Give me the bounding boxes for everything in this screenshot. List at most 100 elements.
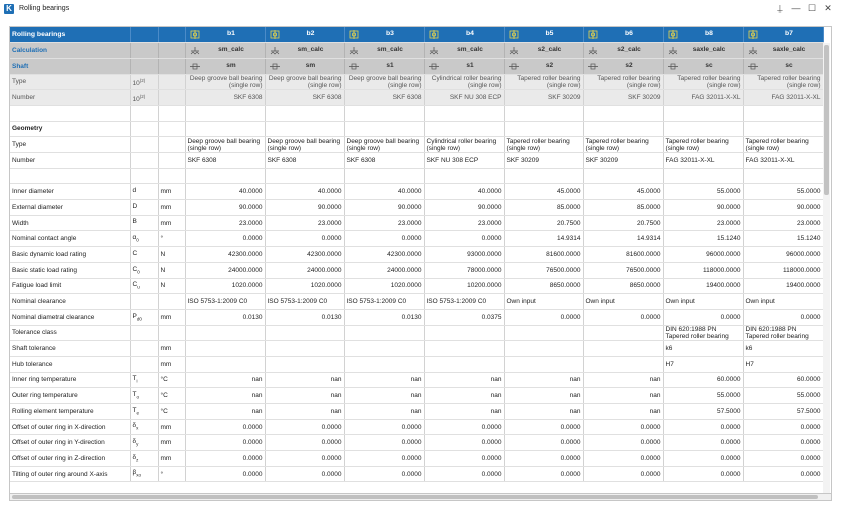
summary-value[interactable]: SKF 6308 xyxy=(185,89,266,106)
property-value[interactable]: nan xyxy=(583,403,664,420)
summary-value[interactable]: Deep groove ball bearing (single row) xyxy=(265,74,345,91)
property-value[interactable]: 0.0000 xyxy=(583,466,664,483)
pin-icon[interactable]: ⍊ xyxy=(772,2,788,14)
property-value[interactable]: 118000.0000 xyxy=(663,262,744,279)
property-value[interactable]: 0.0000 xyxy=(663,450,744,467)
property-value[interactable]: nan xyxy=(504,403,584,420)
property-value[interactable]: 40.0000 xyxy=(424,183,505,201)
property-value[interactable] xyxy=(583,356,664,373)
property-value[interactable]: 0.0375 xyxy=(424,309,505,326)
summary-value[interactable]: Tapered roller bearing (single row) xyxy=(504,74,584,91)
summary-value[interactable]: SKF 6308 xyxy=(344,89,425,106)
property-value[interactable]: 0.0000 xyxy=(265,450,345,467)
property-value[interactable]: 57.5000 xyxy=(663,403,744,420)
vertical-scrollbar[interactable] xyxy=(823,43,830,493)
property-value[interactable]: 0.0000 xyxy=(583,419,664,436)
property-value[interactable]: 0.0000 xyxy=(583,309,664,326)
property-value[interactable]: 23.0000 xyxy=(185,215,266,232)
property-value[interactable]: Own input xyxy=(743,293,824,310)
property-value[interactable]: 0.0000 xyxy=(344,230,425,248)
property-value[interactable]: 23.0000 xyxy=(743,215,824,232)
geometry-value[interactable]: Deep groove ball bearing (single row) xyxy=(265,136,345,153)
geometry-value[interactable]: SKF 6308 xyxy=(344,152,425,169)
property-value[interactable]: 45.0000 xyxy=(583,183,664,201)
property-value[interactable]: 55.0000 xyxy=(663,387,744,404)
property-value[interactable]: 1020.0000 xyxy=(265,278,345,295)
property-value[interactable]: Own input xyxy=(504,293,584,310)
property-value[interactable]: ISO 5753-1:2009 C0 xyxy=(344,293,425,310)
horizontal-scroll-thumb[interactable] xyxy=(12,495,818,499)
property-value[interactable]: 42300.0000 xyxy=(265,246,345,263)
property-value[interactable]: 0.0000 xyxy=(424,434,505,452)
property-value[interactable]: 90.0000 xyxy=(663,199,744,216)
property-value[interactable]: k6 xyxy=(663,340,744,357)
geometry-value[interactable]: SKF 30209 xyxy=(583,152,664,169)
property-value[interactable]: 45.0000 xyxy=(504,183,584,201)
property-value[interactable]: 0.0130 xyxy=(265,309,345,326)
property-value[interactable]: nan xyxy=(424,387,505,404)
property-value[interactable]: 0.0000 xyxy=(185,434,266,452)
property-value[interactable]: 0.0000 xyxy=(743,309,824,326)
property-value[interactable]: 118000.0000 xyxy=(743,262,824,279)
geometry-value[interactable]: SKF 6308 xyxy=(265,152,345,169)
property-value[interactable] xyxy=(344,356,425,373)
property-value[interactable]: 0.0000 xyxy=(743,466,824,483)
property-value[interactable]: 90.0000 xyxy=(743,199,824,216)
property-value[interactable]: nan xyxy=(344,372,425,389)
property-value[interactable]: 85.0000 xyxy=(504,199,584,216)
geometry-value[interactable]: FAG 32011-X-XL xyxy=(743,152,824,169)
property-value[interactable]: nan xyxy=(185,403,266,420)
property-value[interactable]: 0.0000 xyxy=(583,450,664,467)
property-value[interactable]: 19400.0000 xyxy=(663,278,744,295)
summary-value[interactable]: SKF 6308 xyxy=(265,89,345,106)
property-value[interactable]: 0.0130 xyxy=(344,309,425,326)
property-value[interactable]: 0.0000 xyxy=(344,419,425,436)
property-value[interactable] xyxy=(424,356,505,373)
property-value[interactable]: Own input xyxy=(583,293,664,310)
property-value[interactable]: 15.1240 xyxy=(663,230,744,248)
property-value[interactable] xyxy=(185,356,266,373)
calculation-cell[interactable]: sm_calc xyxy=(265,42,345,59)
bearing-column-header[interactable]: b5 xyxy=(504,27,584,44)
property-value[interactable]: ISO 5753-1:2009 C0 xyxy=(265,293,345,310)
property-value[interactable] xyxy=(185,325,266,342)
horizontal-scrollbar[interactable] xyxy=(9,494,832,501)
property-value[interactable]: 85.0000 xyxy=(583,199,664,216)
property-value[interactable]: 0.0000 xyxy=(344,450,425,467)
property-value[interactable]: 0.0000 xyxy=(743,419,824,436)
property-value[interactable] xyxy=(344,325,425,342)
property-value[interactable]: 81600.0000 xyxy=(583,246,664,263)
property-value[interactable]: nan xyxy=(344,403,425,420)
maximize-button[interactable]: ☐ xyxy=(804,2,820,14)
bearing-column-header[interactable]: b4 xyxy=(424,27,505,44)
calculation-cell[interactable]: sm_calc xyxy=(344,42,425,59)
property-value[interactable]: nan xyxy=(344,387,425,404)
property-value[interactable]: 42300.0000 xyxy=(344,246,425,263)
property-value[interactable]: 0.0000 xyxy=(663,434,744,452)
property-value[interactable]: nan xyxy=(265,372,345,389)
geometry-value[interactable]: Tapered roller bearing (single row) xyxy=(583,136,664,153)
summary-value[interactable]: FAG 32011-X-XL xyxy=(663,89,744,106)
property-value[interactable]: 24000.0000 xyxy=(185,262,266,279)
property-value[interactable] xyxy=(265,325,345,342)
property-value[interactable]: 40.0000 xyxy=(185,183,266,201)
property-value[interactable]: 76500.0000 xyxy=(504,262,584,279)
property-value[interactable]: 60.0000 xyxy=(663,372,744,389)
property-value[interactable]: 0.0000 xyxy=(743,434,824,452)
summary-value[interactable]: Tapered roller bearing (single row) xyxy=(583,74,664,91)
property-value[interactable]: 40.0000 xyxy=(265,183,345,201)
property-value[interactable]: 0.0000 xyxy=(265,419,345,436)
summary-value[interactable]: FAG 32011-X-XL xyxy=(743,89,824,106)
shaft-cell[interactable]: s2 xyxy=(583,58,664,75)
property-value[interactable]: 55.0000 xyxy=(743,387,824,404)
property-value[interactable]: 0.0000 xyxy=(424,419,505,436)
property-value[interactable]: Own input xyxy=(663,293,744,310)
property-value[interactable]: 8650.0000 xyxy=(504,278,584,295)
property-value[interactable]: nan xyxy=(504,372,584,389)
property-value[interactable]: nan xyxy=(185,372,266,389)
property-value[interactable]: 0.0000 xyxy=(504,450,584,467)
property-value[interactable]: k6 xyxy=(743,340,824,357)
property-value[interactable]: nan xyxy=(265,387,345,404)
property-value[interactable]: 20.7500 xyxy=(504,215,584,232)
property-value[interactable]: 0.0000 xyxy=(663,466,744,483)
